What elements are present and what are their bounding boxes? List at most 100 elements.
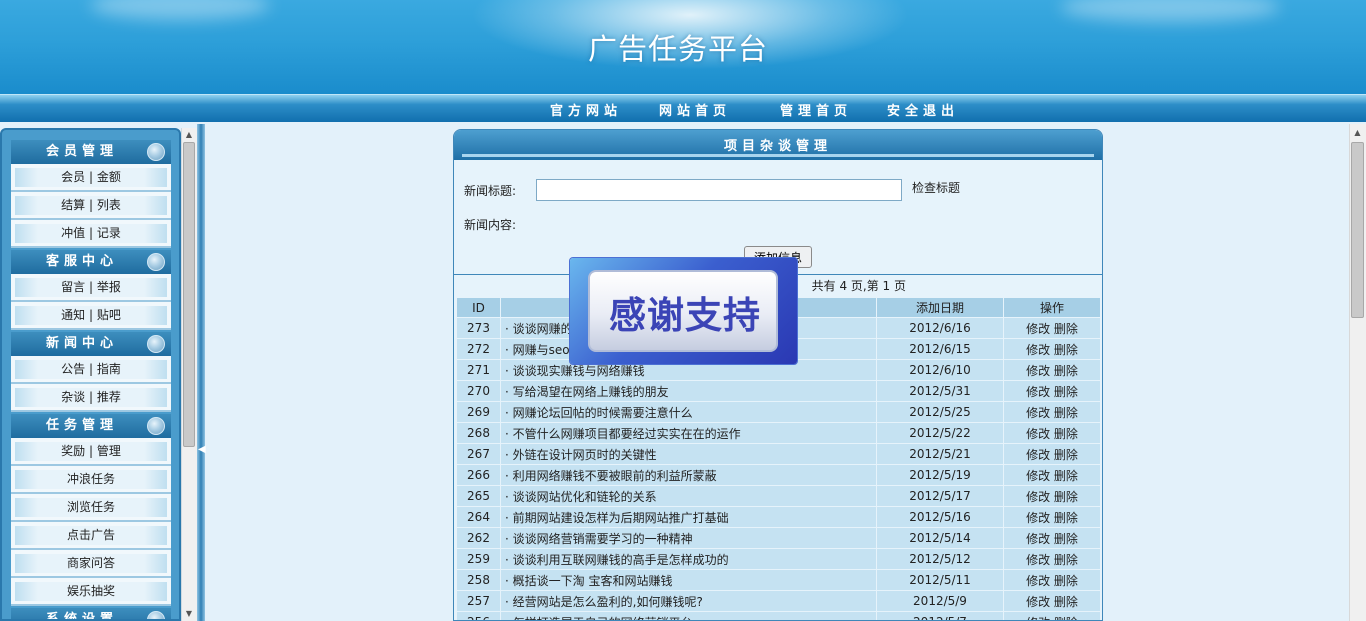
check-title-link[interactable]: 检查标题 (912, 179, 960, 196)
edit-link[interactable]: 修改 (1026, 511, 1050, 525)
row-actions: 修改 删除 (1003, 338, 1101, 360)
edit-link[interactable]: 修改 (1026, 616, 1050, 621)
row-date: 2012/5/12 (876, 548, 1004, 570)
page-scroll-thumb[interactable] (1351, 142, 1364, 318)
table-row: 267 · 外链在设计网页时的关键性 2012/5/21 修改 删除 (456, 443, 1101, 465)
arrow-up-icon[interactable]: ▲ (1349, 126, 1366, 140)
edit-link[interactable]: 修改 (1026, 553, 1050, 567)
row-actions: 修改 删除 (1003, 359, 1101, 381)
delete-link[interactable]: 删除 (1054, 469, 1078, 483)
edit-link[interactable]: 修改 (1026, 595, 1050, 609)
nav-official-site[interactable]: 官方网站 (550, 100, 622, 119)
row-title[interactable]: · 前期网站建设怎样为后期网站推广打基础 (500, 506, 877, 528)
delete-link[interactable]: 删除 (1054, 490, 1078, 504)
delete-link[interactable]: 删除 (1054, 343, 1078, 357)
sidebar: 会员管理 会员 | 金额 结算 | 列表 冲值 | 记录 客服中心 留言 | 举… (0, 128, 181, 621)
edit-link[interactable]: 修改 (1026, 574, 1050, 588)
delete-link[interactable]: 删除 (1054, 385, 1078, 399)
group-title: 新闻中心 (46, 336, 119, 351)
site-header: 广告任务平台 (0, 0, 1366, 94)
row-actions: 修改 删除 (1003, 485, 1101, 507)
delete-link[interactable]: 删除 (1054, 532, 1078, 546)
edit-link[interactable]: 修改 (1026, 448, 1050, 462)
delete-link[interactable]: 删除 (1054, 574, 1078, 588)
delete-link[interactable]: 删除 (1054, 616, 1078, 621)
row-id: 268 (456, 422, 501, 444)
delete-link[interactable]: 删除 (1054, 322, 1078, 336)
row-actions: 修改 删除 (1003, 569, 1101, 591)
chevron-left-icon[interactable]: ◀ (198, 444, 206, 455)
panel-header: 项目杂谈管理 (454, 130, 1102, 160)
sidebar-group-task[interactable]: 任务管理 (11, 414, 171, 438)
arrow-up-icon[interactable]: ▲ (181, 128, 197, 142)
row-actions: 修改 删除 (1003, 506, 1101, 528)
row-title[interactable]: · 经营网站是怎么盈利的,如何赚钱呢? (500, 590, 877, 612)
gear-icon (147, 335, 165, 353)
delete-link[interactable]: 删除 (1054, 448, 1078, 462)
row-actions: 修改 删除 (1003, 317, 1101, 339)
sidebar-item-lottery[interactable]: 娱乐抽奖 (11, 578, 171, 606)
edit-link[interactable]: 修改 (1026, 532, 1050, 546)
edit-link[interactable]: 修改 (1026, 364, 1050, 378)
row-title[interactable]: · 怎样打造属于自己的网络营销平台 (500, 611, 877, 620)
nav-site-home[interactable]: 网站首页 (659, 100, 731, 119)
row-title[interactable]: · 谈谈网络营销需要学习的一种精神 (500, 527, 877, 549)
sidebar-group-service[interactable]: 客服中心 (11, 250, 171, 274)
edit-link[interactable]: 修改 (1026, 322, 1050, 336)
sidebar-splitter[interactable]: ◀ (197, 124, 206, 621)
edit-link[interactable]: 修改 (1026, 343, 1050, 357)
news-manage-panel: 项目杂谈管理 新闻标题: 检查标题 新闻内容: 添加信息 共有 4 页,第 1 … (453, 129, 1103, 621)
arrow-down-icon[interactable]: ▼ (181, 607, 197, 621)
delete-link[interactable]: 删除 (1054, 595, 1078, 609)
sidebar-item-merchant-qa[interactable]: 商家问答 (11, 550, 171, 578)
delete-link[interactable]: 删除 (1054, 553, 1078, 567)
sidebar-item-settle-list[interactable]: 结算 | 列表 (11, 192, 171, 220)
row-title[interactable]: · 谈谈网站优化和链轮的关系 (500, 485, 877, 507)
edit-link[interactable]: 修改 (1026, 427, 1050, 441)
row-date: 2012/6/15 (876, 338, 1004, 360)
sidebar-group-news[interactable]: 新闻中心 (11, 332, 171, 356)
sidebar-item-notice-forum[interactable]: 通知 | 贴吧 (11, 302, 171, 330)
row-id: 270 (456, 380, 501, 402)
sidebar-item-misc-recommend[interactable]: 杂谈 | 推荐 (11, 384, 171, 412)
edit-link[interactable]: 修改 (1026, 406, 1050, 420)
row-title[interactable]: · 概括谈一下淘 宝客和网站赚钱 (500, 569, 877, 591)
delete-link[interactable]: 删除 (1054, 427, 1078, 441)
row-date: 2012/6/16 (876, 317, 1004, 339)
sidebar-item-recharge-log[interactable]: 冲值 | 记录 (11, 220, 171, 248)
row-title[interactable]: · 谈谈利用互联网赚钱的高手是怎样成功的 (500, 548, 877, 570)
sidebar-group-member[interactable]: 会员管理 (11, 140, 171, 164)
row-title[interactable]: · 利用网络赚钱不要被眼前的利益所蒙蔽 (500, 464, 877, 486)
table-row: 258 · 概括谈一下淘 宝客和网站赚钱 2012/5/11 修改 删除 (456, 569, 1101, 591)
delete-link[interactable]: 删除 (1054, 406, 1078, 420)
row-title[interactable]: · 写给渴望在网络上赚钱的朋友 (500, 380, 877, 402)
nav-logout[interactable]: 安全退出 (887, 100, 959, 119)
thanks-overlay[interactable]: 感谢支持 (570, 258, 797, 364)
sidebar-group-system[interactable]: 系统设置 (11, 608, 171, 619)
delete-link[interactable]: 删除 (1054, 364, 1078, 378)
sidebar-item-browse-task[interactable]: 浏览任务 (11, 494, 171, 522)
nav-admin-home[interactable]: 管理首页 (780, 100, 852, 119)
row-date: 2012/5/17 (876, 485, 1004, 507)
delete-link[interactable]: 删除 (1054, 511, 1078, 525)
sidebar-item-announce-guide[interactable]: 公告 | 指南 (11, 356, 171, 384)
news-title-input[interactable] (536, 179, 902, 201)
edit-link[interactable]: 修改 (1026, 469, 1050, 483)
row-title[interactable]: · 外链在设计网页时的关键性 (500, 443, 877, 465)
site-title: 广告任务平台 (588, 32, 769, 66)
edit-link[interactable]: 修改 (1026, 385, 1050, 399)
sidebar-item-message-report[interactable]: 留言 | 举报 (11, 274, 171, 302)
sidebar-item-click-ad[interactable]: 点击广告 (11, 522, 171, 550)
row-actions: 修改 删除 (1003, 401, 1101, 423)
row-id: 273 (456, 317, 501, 339)
sidebar-item-member-amount[interactable]: 会员 | 金额 (11, 164, 171, 192)
row-id: 265 (456, 485, 501, 507)
sidebar-item-reward-manage[interactable]: 奖励 | 管理 (11, 438, 171, 466)
row-id: 262 (456, 527, 501, 549)
row-title[interactable]: · 不管什么网赚项目都要经过实实在在的运作 (500, 422, 877, 444)
sidebar-item-surf-task[interactable]: 冲浪任务 (11, 466, 171, 494)
row-title[interactable]: · 网赚论坛回帖的时候需要注意什么 (500, 401, 877, 423)
sidebar-item-label: 会员 | 金额 (15, 168, 167, 187)
sidebar-scroll-thumb[interactable] (183, 142, 195, 447)
edit-link[interactable]: 修改 (1026, 490, 1050, 504)
